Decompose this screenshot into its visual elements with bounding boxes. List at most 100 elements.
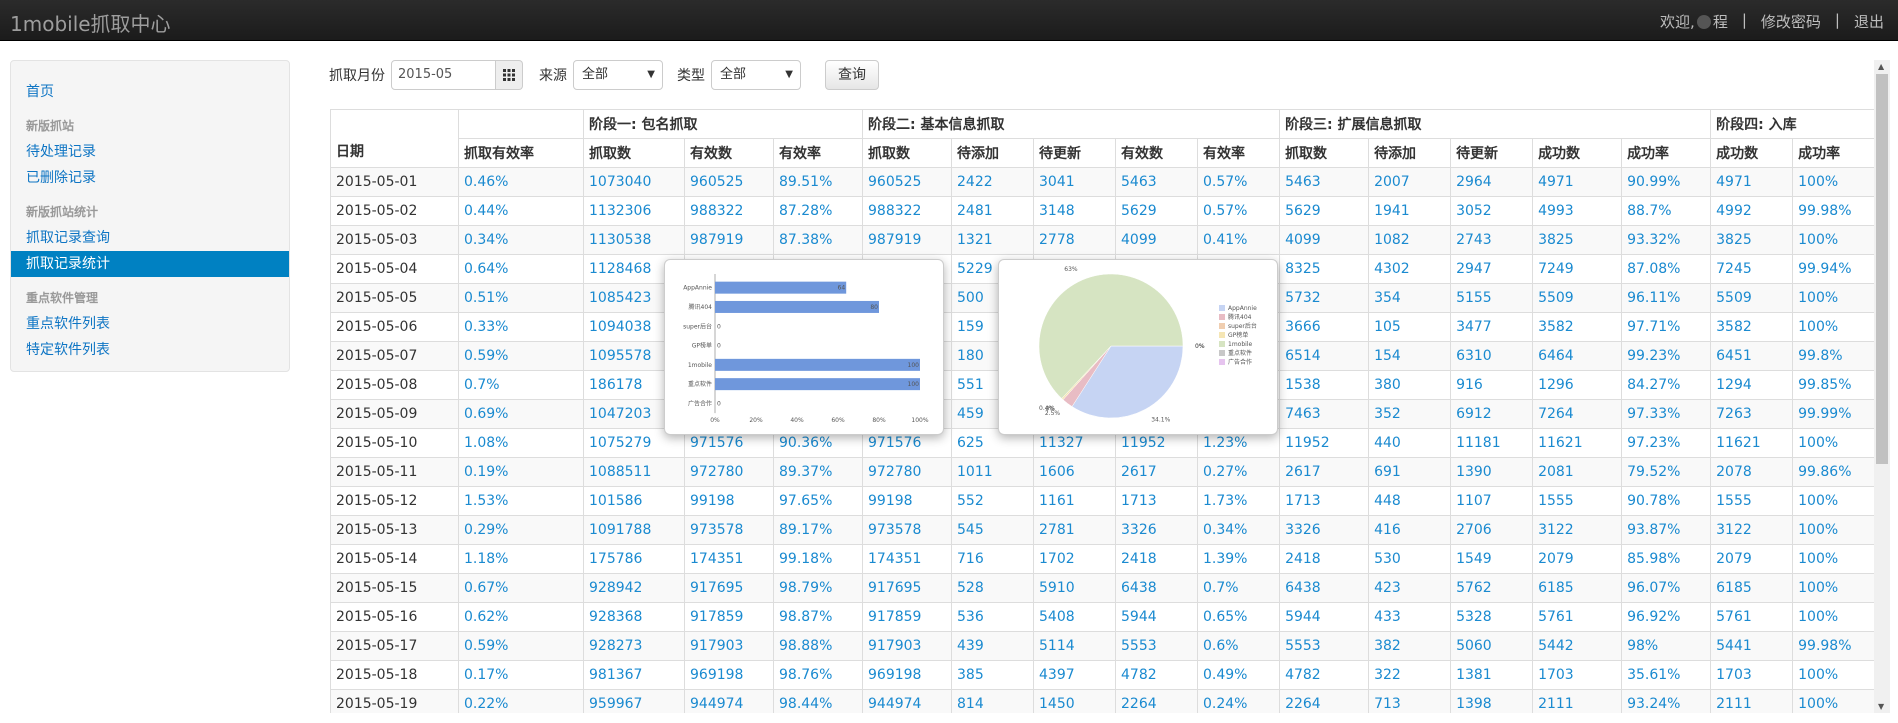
table-cell-link[interactable]: 98.87% [773,602,863,632]
source-select[interactable]: 全部 ▼ [573,60,663,90]
table-cell-link[interactable]: 4397 [1033,660,1116,690]
table-cell-link[interactable]: 98.79% [773,573,863,603]
table-cell-link[interactable]: 382 [1368,631,1452,661]
table-cell-link[interactable]: 87.08% [1621,254,1712,284]
table-cell-link[interactable]: 97.23% [1621,428,1712,458]
table-cell-link[interactable]: 423 [1368,573,1452,603]
table-cell-link[interactable]: 6514 [1279,341,1370,371]
table-cell-link[interactable]: 928942 [583,573,685,603]
table-cell-link[interactable]: 1091788 [583,515,685,545]
table-cell-link[interactable]: 0.34% [458,225,584,255]
table-cell-link[interactable]: 99.8% [1792,341,1874,371]
table-cell-link[interactable]: 5463 [1115,167,1198,197]
table-cell-link[interactable]: 1941 [1368,196,1452,226]
table-cell-link[interactable]: 98% [1621,631,1712,661]
table-cell-link[interactable]: 973578 [684,515,774,545]
table-cell-link[interactable]: 981367 [583,660,685,690]
table-cell-link[interactable]: 5442 [1532,631,1623,661]
table-cell-link[interactable]: 1549 [1450,544,1534,574]
table-cell-link[interactable]: 5155 [1450,283,1534,313]
table-cell-link[interactable]: 528 [951,573,1034,603]
table-cell-link[interactable]: 35.61% [1621,660,1712,690]
table-cell-link[interactable]: 100% [1792,660,1874,690]
table-cell-link[interactable]: 0.59% [458,341,584,371]
table-cell-link[interactable]: 3326 [1115,515,1198,545]
table-cell-link[interactable]: 5060 [1450,631,1534,661]
table-cell-link[interactable]: 1713 [1279,486,1370,516]
table-cell-link[interactable]: 11621 [1710,428,1794,458]
table-cell-link[interactable]: 1082 [1368,225,1452,255]
month-input[interactable]: 2015-05 [391,60,496,90]
table-cell-link[interactable]: 713 [1368,689,1452,713]
table-cell-link[interactable]: 1.39% [1196,544,1281,574]
table-cell-link[interactable]: 2007 [1368,167,1452,197]
table-cell-link[interactable]: 85.98% [1621,544,1712,574]
table-cell-link[interactable]: 439 [951,631,1034,661]
table-cell-link[interactable]: 448 [1368,486,1452,516]
table-cell-link[interactable]: 3148 [1033,196,1116,226]
table-cell-link[interactable]: 0.59% [458,631,584,661]
table-cell-link[interactable]: 2706 [1450,515,1534,545]
table-cell-link[interactable]: 79.52% [1621,457,1712,487]
table-cell-link[interactable]: 96.11% [1621,283,1712,313]
table-cell-link[interactable]: 1702 [1033,544,1116,574]
table-cell-link[interactable]: 99198 [862,486,952,516]
table-cell-link[interactable]: 3122 [1710,515,1794,545]
table-cell-link[interactable]: 6438 [1115,573,1198,603]
table-cell-link[interactable]: 4782 [1115,660,1198,690]
table-cell-link[interactable]: 944974 [862,689,952,713]
table-cell-link[interactable]: 2111 [1532,689,1623,713]
table-cell-link[interactable]: 6451 [1710,341,1794,371]
table-cell-link[interactable]: 100% [1792,602,1874,632]
table-cell-link[interactable]: 6185 [1710,573,1794,603]
table-cell-link[interactable]: 4971 [1710,167,1794,197]
sidebar-item-pending-records[interactable]: 待处理记录 [11,139,289,165]
table-cell-link[interactable]: 0.57% [1196,196,1281,226]
table-cell-link[interactable]: 6185 [1532,573,1623,603]
table-cell-link[interactable]: 1.18% [458,544,584,574]
table-cell-link[interactable]: 87.38% [773,225,863,255]
table-cell-link[interactable]: 0.33% [458,312,584,342]
table-cell-link[interactable]: 100% [1792,283,1874,313]
table-cell-link[interactable]: 5553 [1279,631,1370,661]
table-cell-link[interactable]: 0.17% [458,660,584,690]
table-cell-link[interactable]: 98.44% [773,689,863,713]
table-cell-link[interactable]: 0.22% [458,689,584,713]
table-cell-link[interactable]: 100% [1792,544,1874,574]
table-cell-link[interactable]: 2778 [1033,225,1116,255]
table-cell-link[interactable]: 4099 [1115,225,1198,255]
table-cell-link[interactable]: 174351 [862,544,952,574]
table-cell-link[interactable]: 988322 [684,196,774,226]
table-cell-link[interactable]: 101586 [583,486,685,516]
table-cell-link[interactable]: 6310 [1450,341,1534,371]
table-cell-link[interactable]: 5761 [1710,602,1794,632]
table-cell-link[interactable]: 97.65% [773,486,863,516]
table-cell-link[interactable]: 11181 [1450,428,1534,458]
table-cell-link[interactable]: 4992 [1710,196,1794,226]
table-cell-link[interactable]: 928273 [583,631,685,661]
table-cell-link[interactable]: 98.76% [773,660,863,690]
change-password-link[interactable]: 修改密码 [1761,11,1821,32]
table-cell-link[interactable]: 2079 [1710,544,1794,574]
table-cell-link[interactable]: 380 [1368,370,1452,400]
table-cell-link[interactable]: 5629 [1279,196,1370,226]
table-cell-link[interactable]: 1011 [951,457,1034,487]
table-cell-link[interactable]: 1390 [1450,457,1534,487]
table-cell-link[interactable]: 99.98% [1792,196,1874,226]
table-cell-link[interactable]: 987919 [684,225,774,255]
logout-link[interactable]: 退出 [1854,11,1884,32]
table-cell-link[interactable]: 2617 [1279,457,1370,487]
table-cell-link[interactable]: 4099 [1279,225,1370,255]
table-cell-link[interactable]: 11621 [1532,428,1623,458]
table-cell-link[interactable]: 352 [1368,399,1452,429]
table-cell-link[interactable]: 89.17% [773,515,863,545]
table-cell-link[interactable]: 5732 [1279,283,1370,313]
table-cell-link[interactable]: 0.65% [1196,602,1281,632]
table-cell-link[interactable]: 154 [1368,341,1452,371]
table-cell-link[interactable]: 972780 [684,457,774,487]
table-cell-link[interactable]: 2964 [1450,167,1534,197]
table-cell-link[interactable]: 416 [1368,515,1452,545]
table-cell-link[interactable]: 7264 [1532,399,1623,429]
table-cell-link[interactable]: 1398 [1450,689,1534,713]
table-cell-link[interactable]: 1703 [1710,660,1794,690]
